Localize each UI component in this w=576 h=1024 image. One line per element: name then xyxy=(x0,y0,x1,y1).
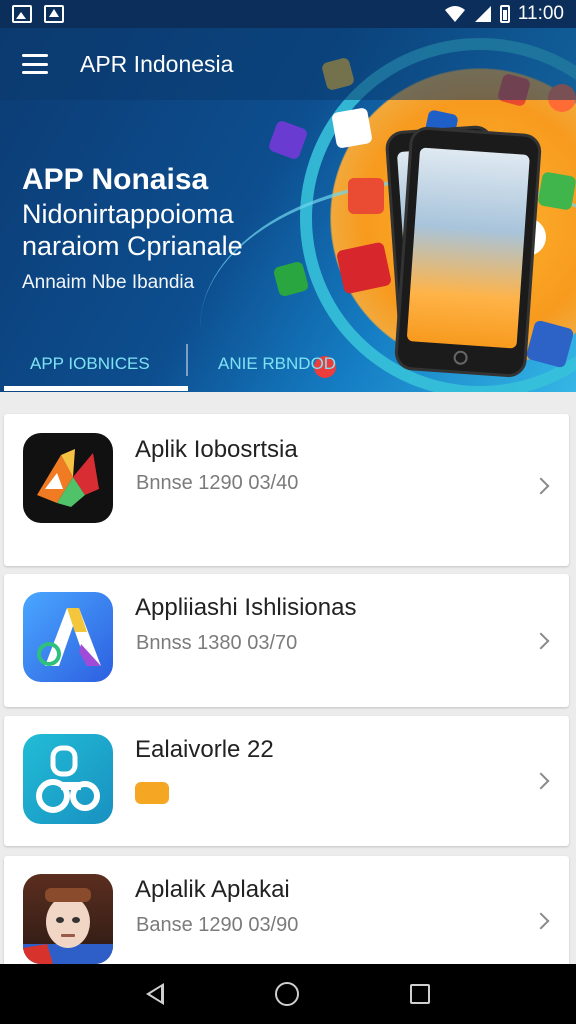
list-item[interactable]: Aplik Iobosrtsia Bnnse 1290 03/40 xyxy=(4,414,569,566)
list-item[interactable]: Ealaivorle 22 xyxy=(4,716,569,846)
hero-title-line2: Nidonirtappoioma xyxy=(22,199,234,229)
lock-gear-app-icon xyxy=(23,734,113,824)
hero-title-line3: naraiom Cprianale xyxy=(22,231,243,261)
chevron-right-icon xyxy=(532,772,550,790)
app-list: Aplik Iobosrtsia Bnnse 1290 03/40 Applii… xyxy=(0,392,576,964)
avatar-app-icon xyxy=(23,874,113,964)
hero-text: APP Nonaisa Nidonirtappoioma naraiom Cpr… xyxy=(22,162,322,294)
chevron-right-icon xyxy=(532,477,550,495)
menu-icon[interactable] xyxy=(22,54,48,74)
app-badge xyxy=(135,782,169,804)
tab-bar: APP IOBNICES ANIE RBNDOD xyxy=(0,336,576,392)
system-nav-bar xyxy=(0,964,576,1024)
hero-title-line1: APP Nonaisa xyxy=(22,163,209,196)
app-meta: Banse 1290 03/90 xyxy=(136,914,299,936)
tab-indicator xyxy=(4,386,188,391)
app-name: Ealaivorle 22 xyxy=(135,736,274,763)
wifi-icon xyxy=(444,6,465,22)
battery-icon xyxy=(499,5,510,23)
status-right: 11:00 xyxy=(444,3,564,25)
image-icon xyxy=(12,5,32,23)
floating-app-icon xyxy=(267,119,309,161)
app-name: Aplik Iobosrtsia xyxy=(135,436,298,463)
app-name: Appliiashi Ishlisionas xyxy=(135,594,357,621)
back-icon[interactable] xyxy=(145,983,164,1005)
app-meta: Bnnss 1380 03/70 xyxy=(136,632,298,654)
status-time: 11:00 xyxy=(517,3,564,24)
upload-icon xyxy=(44,5,64,23)
chevron-right-icon xyxy=(532,632,550,649)
home-icon[interactable] xyxy=(274,982,299,1006)
floating-app-icon xyxy=(537,171,576,211)
status-left xyxy=(12,5,64,23)
letter-a-app-icon xyxy=(23,592,113,682)
list-item[interactable]: Appliiashi Ishlisionas Bnnss 1380 03/70 xyxy=(4,574,569,707)
app-bar: APR Indonesia xyxy=(0,28,576,100)
status-bar: 11:00 xyxy=(0,0,576,28)
chevron-right-icon xyxy=(532,912,550,930)
app-meta: Bnnse 1290 03/40 xyxy=(136,472,299,494)
play-store-icon xyxy=(331,107,373,149)
app-name: Aplalik Aplakai xyxy=(135,876,290,903)
tab-anie-rbndod[interactable]: ANIE RBNDOD xyxy=(218,336,336,392)
tab-divider xyxy=(186,344,188,376)
recents-icon[interactable] xyxy=(410,984,431,1004)
hero-subtitle: Annaim Nbe Ibandia xyxy=(22,272,195,293)
chrome-icon xyxy=(348,178,384,214)
app-title: APR Indonesia xyxy=(80,50,234,77)
list-item[interactable]: Aplalik Aplakai Banse 1290 03/90 xyxy=(4,856,569,964)
tab-app-iobnices[interactable]: APP IOBNICES xyxy=(30,336,150,392)
signal-icon xyxy=(474,6,491,22)
phone-screen xyxy=(406,147,530,349)
multicolor-fold-app-icon xyxy=(23,433,113,523)
